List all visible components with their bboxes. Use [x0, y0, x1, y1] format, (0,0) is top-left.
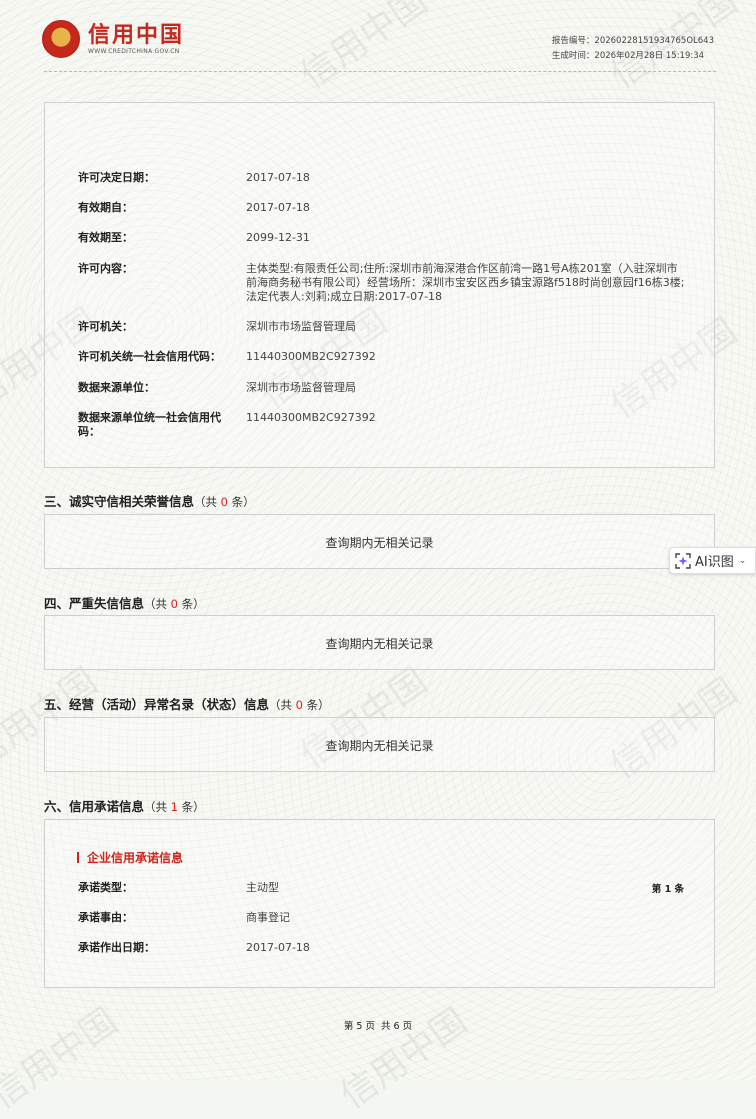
field-label: 数据来源单位： [78, 381, 155, 394]
section-title-serious-dishonesty: 四、严重失信信息（共 0 条） [44, 593, 205, 612]
record-count: 0 [170, 597, 178, 611]
field-label: 有效期至： [78, 231, 133, 244]
field-value: 2099-12-31 [246, 231, 310, 244]
report-number: 报告编号：20260228151934765OL643 [551, 36, 714, 46]
report-meta: 报告编号：20260228151934765OL643 生成时间：2026年02… [552, 34, 714, 64]
field-value: 2017-07-18 [246, 941, 310, 954]
honors-box: 查询期内无相关记录 [44, 514, 715, 569]
field-value: 主动型 [246, 881, 279, 894]
section-title-honors: 三、诚实守信相关荣誉信息（共 0 条） [44, 491, 255, 510]
count-suffix: 条） [178, 597, 205, 611]
field-label: 承诺事由： [78, 911, 133, 924]
count-suffix: 条） [228, 495, 255, 509]
subheading-text: 企业信用承诺信息 [87, 851, 184, 865]
commitment-subheading: 企业信用承诺信息 [77, 849, 183, 866]
field-label: 承诺作出日期： [78, 941, 155, 954]
count-prefix: （共 [269, 698, 296, 712]
count-suffix: 条） [178, 800, 205, 814]
field-value: 2017-07-18 [246, 201, 310, 214]
brand-url: WWW.CREDITCHINA.GOV.CN [88, 47, 180, 55]
empty-record-text: 查询期内无相关记录 [325, 637, 434, 651]
accent-bar [77, 852, 79, 863]
report-generated-time: 生成时间：2026年02月28日 15:19:34 [551, 51, 705, 61]
field-value: 商事登记 [246, 911, 290, 924]
ai-scan-icon [675, 552, 691, 569]
section-title-text: 四、严重失信信息 [44, 596, 145, 611]
section-title-text: 三、诚实守信相关荣誉信息 [44, 494, 195, 509]
page-number: 第 5 页 [343, 1021, 375, 1032]
brand-title: 信用中国 [88, 22, 185, 48]
page-total: 共 6 页 [381, 1021, 413, 1032]
field-value: 11440300MB2C927392 [246, 350, 376, 363]
field-label: 承诺类型： [78, 881, 133, 894]
national-emblem-icon [42, 20, 80, 58]
license-info-box: 许可决定日期： 2017-07-18 有效期自： 2017-07-18 有效期至… [44, 102, 715, 468]
field-label: 许可决定日期： [78, 171, 155, 184]
field-label: 许可内容： [78, 262, 133, 275]
field-value: 深圳市市场监督管理局 [246, 381, 356, 394]
field-value: 主体类型:有限责任公司;住所:深圳市前海深港合作区前湾一路1号A栋201室（入驻… [246, 262, 685, 303]
abnormal-operation-box: 查询期内无相关记录 [44, 717, 715, 772]
empty-record-text: 查询期内无相关记录 [325, 739, 434, 753]
field-label: 许可机关统一社会信用代码： [78, 350, 221, 363]
record-count: 0 [295, 698, 303, 712]
record-count: 0 [220, 495, 228, 509]
field-value: 2017-07-18 [246, 171, 310, 184]
count-prefix: （共 [144, 800, 171, 814]
empty-record-text: 查询期内无相关记录 [325, 536, 434, 550]
ai-button-label: AI识图 [695, 555, 734, 570]
commitment-box: 企业信用承诺信息 第 1 条 承诺类型： 主动型 承诺事由： 商事登记 承诺作出… [44, 819, 715, 988]
record-count: 1 [170, 800, 178, 814]
section-title-commitment: 六、信用承诺信息（共 1 条） [44, 796, 205, 815]
chevron-down-icon: ⌄ [738, 555, 747, 566]
field-value: 11440300MB2C927392 [246, 411, 376, 424]
field-label: 许可机关： [78, 320, 133, 333]
count-prefix: （共 [144, 597, 171, 611]
field-value: 深圳市市场监督管理局 [246, 320, 356, 333]
section-title-text: 六、信用承诺信息 [44, 799, 145, 814]
serious-dishonesty-box: 查询期内无相关记录 [44, 615, 715, 670]
section-title-abnormal-operation: 五、经营（活动）异常名录（状态）信息（共 0 条） [44, 694, 330, 713]
count-prefix: （共 [194, 495, 221, 509]
header-divider [44, 71, 716, 72]
count-suffix: 条） [303, 698, 330, 712]
field-label: 有效期自： [78, 201, 133, 214]
field-label: 数据来源单位统一社会信用代码： [78, 411, 221, 438]
section-title-text: 五、经营（活动）异常名录（状态）信息 [44, 697, 270, 712]
brand-logo: 信用中国 WWW.CREDITCHINA.GOV.CN [42, 20, 184, 58]
ai-image-recognition-button[interactable]: AI识图 ⌄ [669, 547, 756, 574]
page-footer: 第 5 页共 6 页 [0, 1018, 756, 1032]
